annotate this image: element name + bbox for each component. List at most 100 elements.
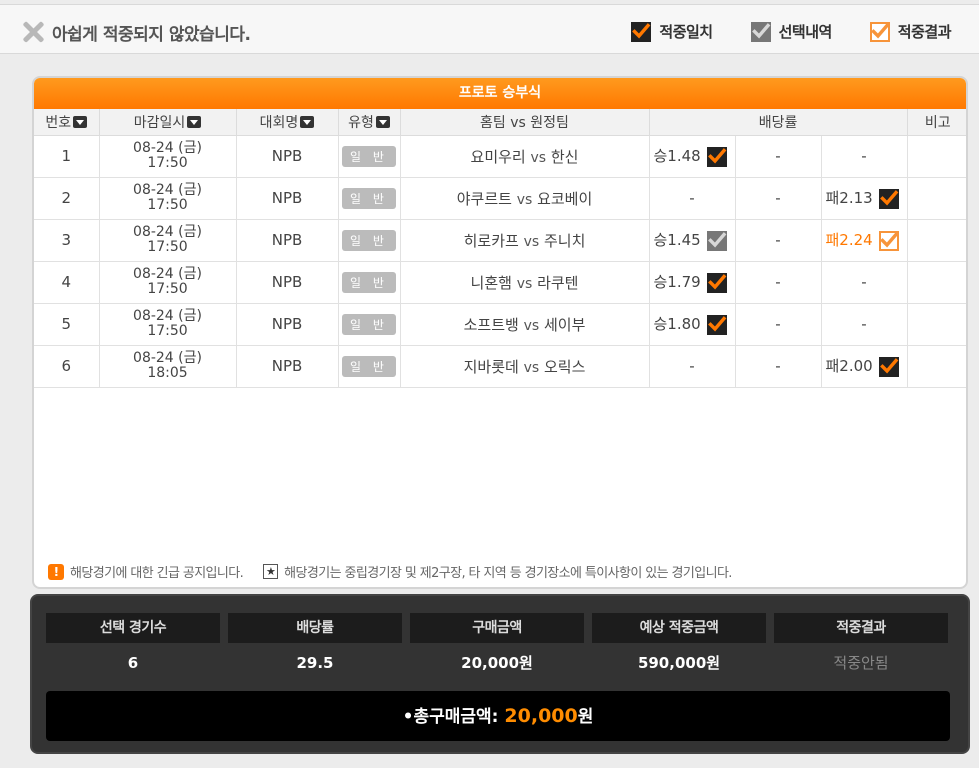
summary-value: 6 [127, 654, 139, 672]
odds-draw[interactable]: - [735, 303, 822, 346]
summary-value: 29.5 [296, 654, 334, 672]
summary-column: 예상 적중금액 590,000원 [592, 613, 766, 683]
checkmark-match-icon [706, 314, 727, 335]
row-teams: 소프트뱅 vs 세이부 [400, 303, 650, 346]
row-league: NPB [236, 135, 339, 178]
type-badge: 일 반 [342, 187, 396, 209]
odds-win[interactable]: 승1.79 [649, 261, 736, 304]
odds-win[interactable]: 승1.80 [649, 303, 736, 346]
row-number: 5 [34, 303, 100, 346]
summary-head: 선택 경기수 [46, 613, 220, 643]
checkmark-match-icon [878, 356, 899, 377]
legend: 적중일치 선택내역 적중결과 [631, 21, 952, 42]
row-type: 일 반 [338, 303, 401, 346]
row-remarks [907, 135, 966, 178]
checkmark-match-icon [631, 21, 652, 42]
total-label: •총구매금액: [402, 707, 499, 727]
row-remarks [907, 303, 966, 346]
odds-win[interactable]: - [649, 177, 736, 220]
col-number[interactable]: 번호 [34, 109, 100, 136]
odds-draw[interactable]: - [735, 177, 822, 220]
odds-win[interactable]: - [649, 345, 736, 388]
total-purchase-bar: •총구매금액: 20,000원 [46, 691, 950, 741]
legend-item: 선택내역 [750, 21, 833, 42]
row-number: 1 [34, 135, 100, 178]
summary-column: 선택 경기수 6 [46, 613, 220, 683]
row-teams: 니혼햄 vs 라쿠텐 [400, 261, 650, 304]
row-type: 일 반 [338, 345, 401, 388]
alert-icon: ! [48, 563, 64, 580]
type-badge: 일 반 [342, 229, 396, 251]
row-deadline: 08-24 (금) 17:50 [99, 303, 237, 346]
row-remarks [907, 345, 966, 388]
odds-lose[interactable]: 패2.13 [821, 177, 908, 220]
row-number: 3 [34, 219, 100, 262]
odds-lose[interactable]: - [821, 135, 908, 178]
notice-bar: ! 해당경기에 대한 긴급 공지입니다. ★ 해당경기는 중립경기장 및 제2구… [48, 562, 732, 581]
purchase-summary: 선택 경기수 6 배당률 29.5 구매금액 20,000원 예상 적중금액 590,000원… [30, 594, 970, 754]
summary-value: 적중안됨 [833, 654, 889, 672]
row-teams: 야쿠르트 vs 요코베이 [400, 177, 650, 220]
result-header: 아쉽게 적중되지 않았습니다. 적중일치 선택내역 적중결과 [0, 4, 979, 54]
odds-win[interactable]: 승1.45 [649, 219, 736, 262]
total-amount: 20,000 [504, 705, 578, 727]
legend-item: 적중결과 [869, 21, 952, 42]
row-teams: 히로카프 vs 주니치 [400, 219, 650, 262]
row-remarks [907, 261, 966, 304]
summary-value: 590,000원 [637, 654, 721, 672]
table-row: 3 08-24 (금) 17:50 NPB 일 반 히로카프 vs 주니치 승1.45- 패2… [34, 219, 966, 262]
row-league: NPB [236, 219, 339, 262]
row-remarks [907, 219, 966, 262]
summary-head: 배당률 [228, 613, 402, 643]
row-league: NPB [236, 177, 339, 220]
summary-column: 배당률 29.5 [228, 613, 402, 683]
odds-draw[interactable]: - [735, 261, 822, 304]
table-row: 5 08-24 (금) 17:50 NPB 일 반 소프트뱅 vs 세이부 승1.80- - [34, 303, 966, 346]
type-badge: 일 반 [342, 271, 396, 293]
col-teams: 홈팀 vs 원정팀 [400, 109, 650, 136]
row-type: 일 반 [338, 219, 401, 262]
odds-lose[interactable]: - [821, 261, 908, 304]
legend-label: 적중일치 [659, 23, 713, 41]
odds-lose[interactable]: 패2.00 [821, 345, 908, 388]
row-deadline: 08-24 (금) 17:50 [99, 219, 237, 262]
odds-draw[interactable]: - [735, 345, 822, 388]
row-league: NPB [236, 261, 339, 304]
table-row: 4 08-24 (금) 17:50 NPB 일 반 니혼햄 vs 라쿠텐 승1.79- - [34, 261, 966, 304]
sort-icon[interactable] [375, 115, 390, 128]
odds-draw[interactable]: - [735, 135, 822, 178]
odds-lose[interactable]: - [821, 303, 908, 346]
miss-status-text: 아쉽게 적중되지 않았습니다. [52, 24, 251, 45]
col-type[interactable]: 유형 [338, 109, 401, 136]
row-deadline: 08-24 (금) 17:50 [99, 135, 237, 178]
odds-lose[interactable]: 패2.24 [821, 219, 908, 262]
odds-draw[interactable]: - [735, 219, 822, 262]
odds-win[interactable]: 승1.48 [649, 135, 736, 178]
legend-label: 선택내역 [778, 23, 833, 41]
legend-label: 적중결과 [897, 23, 952, 41]
row-number: 4 [34, 261, 100, 304]
summary-head: 적중결과 [774, 613, 948, 643]
panel-title: 프로토 승부식 [34, 78, 966, 109]
match-table: 번호 마감일시 대회명 유형 홈팀 vs 원정팀 배당률 비고 1 08-24 (… [34, 109, 966, 388]
table-row: 6 08-24 (금) 18:05 NPB 일 반 지바롯데 vs 오릭스 - - 패2.00 [34, 345, 966, 388]
checkmark-selected-icon [706, 230, 727, 251]
type-badge: 일 반 [342, 145, 396, 167]
sort-icon[interactable] [187, 115, 202, 128]
col-remarks: 비고 [907, 109, 966, 136]
notice-alert-text: 해당경기에 대한 긴급 공지입니다. [70, 566, 244, 581]
col-deadline[interactable]: 마감일시 [99, 109, 237, 136]
table-row: 2 08-24 (금) 17:50 NPB 일 반 야쿠르트 vs 요코베이 - - 패2.13 [34, 177, 966, 220]
checkmark-match-icon [706, 272, 727, 293]
col-league[interactable]: 대회명 [236, 109, 339, 136]
checkmark-result-icon [869, 21, 890, 42]
row-number: 2 [34, 177, 100, 220]
x-mark-icon [20, 19, 46, 45]
sort-icon[interactable] [300, 115, 315, 128]
sort-icon[interactable] [73, 115, 88, 128]
checkmark-match-icon [878, 188, 899, 209]
star-icon: ★ [263, 564, 279, 579]
checkmark-selected-icon [750, 21, 771, 42]
miss-status: 아쉽게 적중되지 않았습니다. [20, 19, 251, 45]
row-deadline: 08-24 (금) 17:50 [99, 261, 237, 304]
